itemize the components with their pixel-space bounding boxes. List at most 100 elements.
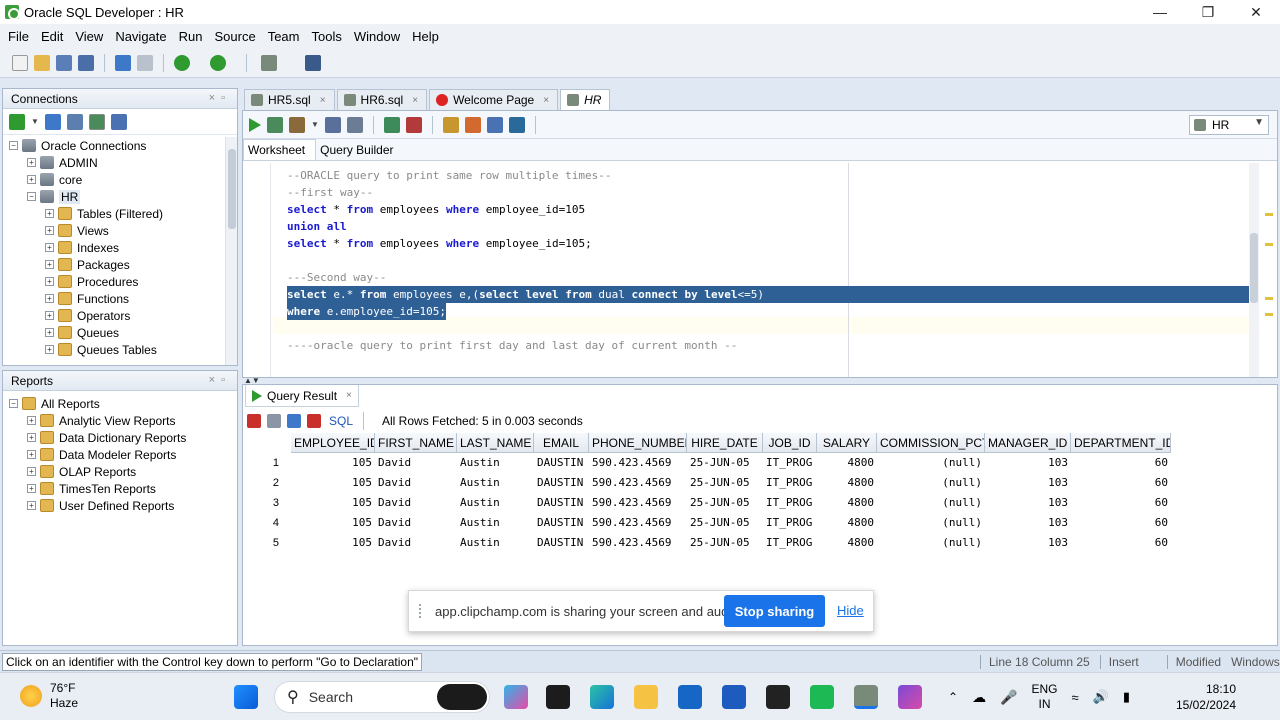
tab-hr5-sql[interactable]: HR5.sql × bbox=[244, 89, 335, 110]
column-header[interactable]: EMPLOYEE_ID bbox=[291, 433, 375, 453]
minimize-icon[interactable]: — bbox=[1136, 0, 1184, 24]
expand-toggle-icon[interactable]: + bbox=[45, 260, 54, 269]
schema-browser-icon[interactable] bbox=[88, 113, 105, 130]
menu-view[interactable]: View bbox=[69, 29, 109, 44]
spotify-icon[interactable] bbox=[810, 685, 834, 709]
taskbar-clock[interactable]: 18:10 15/02/2024 bbox=[1170, 681, 1236, 713]
table-row[interactable]: 5 105 David Austin DAUSTIN 590.423.4569 25-JUN… bbox=[245, 533, 1273, 553]
chevron-down-icon[interactable]: ▼ bbox=[31, 117, 39, 126]
tree-item[interactable]: + Queues bbox=[3, 324, 237, 341]
copilot-icon[interactable] bbox=[437, 684, 487, 710]
commit-transaction-icon[interactable] bbox=[383, 116, 400, 133]
tree-item[interactable]: + Data Dictionary Reports bbox=[3, 429, 237, 446]
expand-toggle-icon[interactable]: + bbox=[27, 484, 36, 493]
add-connection-icon[interactable] bbox=[9, 113, 25, 130]
copilot-app-icon[interactable] bbox=[504, 685, 528, 709]
format-icon[interactable] bbox=[508, 116, 525, 133]
tab-hr[interactable]: HR bbox=[560, 89, 611, 110]
column-header[interactable]: EMAIL bbox=[534, 433, 589, 453]
tab-hr6-sql[interactable]: HR6.sql × bbox=[336, 89, 428, 110]
expand-toggle-icon[interactable]: − bbox=[9, 141, 18, 150]
forward-arrow-icon[interactable] bbox=[210, 54, 226, 71]
expand-toggle-icon[interactable]: + bbox=[45, 345, 54, 354]
connections-scrollbar[interactable] bbox=[225, 137, 237, 365]
column-header[interactable]: MANAGER_ID bbox=[985, 433, 1071, 453]
menu-file[interactable]: File bbox=[2, 29, 35, 44]
hide-link[interactable]: Hide bbox=[837, 603, 864, 618]
sql-tuning-icon[interactable] bbox=[442, 116, 459, 133]
back-arrow-icon[interactable] bbox=[174, 54, 190, 71]
tree-item[interactable]: + Views bbox=[3, 222, 237, 239]
column-header[interactable]: JOB_ID bbox=[763, 433, 817, 453]
rollback-icon[interactable] bbox=[405, 116, 422, 133]
expand-toggle-icon[interactable]: + bbox=[27, 175, 36, 184]
windows-start-icon[interactable] bbox=[234, 685, 258, 709]
menu-window[interactable]: Window bbox=[348, 29, 406, 44]
close-tab-icon[interactable]: × bbox=[543, 95, 549, 106]
expand-toggle-icon[interactable]: + bbox=[27, 416, 36, 425]
new-file-icon[interactable] bbox=[12, 54, 28, 71]
stop-sharing-button[interactable]: Stop sharing bbox=[724, 595, 825, 627]
tree-item[interactable]: − HR bbox=[3, 188, 237, 205]
drag-handle-icon[interactable] bbox=[419, 604, 425, 618]
expand-toggle-icon[interactable]: + bbox=[27, 501, 36, 510]
close-tab-icon[interactable]: × bbox=[320, 95, 326, 106]
column-header[interactable]: FIRST_NAME bbox=[375, 433, 457, 453]
sticky-notes-icon[interactable] bbox=[766, 685, 790, 709]
maximize-icon[interactable]: ❐ bbox=[1184, 0, 1232, 24]
table-row[interactable]: 3 105 David Austin DAUSTIN 590.423.4569 25-JUN… bbox=[245, 493, 1273, 513]
tree-item[interactable]: + Functions bbox=[3, 290, 237, 307]
expand-toggle-icon[interactable]: + bbox=[27, 433, 36, 442]
chevron-up-icon[interactable]: ⌃ bbox=[948, 690, 958, 704]
undo-icon[interactable] bbox=[115, 54, 131, 71]
microsoft-store-icon[interactable] bbox=[678, 685, 702, 709]
menu-tools[interactable]: Tools bbox=[305, 29, 347, 44]
refresh-icon[interactable] bbox=[287, 414, 301, 428]
microphone-icon[interactable]: 🎤 bbox=[1000, 689, 1017, 706]
panel-controls[interactable]: ×▫ bbox=[209, 374, 231, 386]
close-tab-icon[interactable]: × bbox=[412, 95, 418, 106]
tree-item[interactable]: + User Defined Reports bbox=[3, 497, 237, 514]
expand-toggle-icon[interactable]: + bbox=[45, 277, 54, 286]
expand-toggle-icon[interactable]: + bbox=[45, 328, 54, 337]
tree-item[interactable]: + Indexes bbox=[3, 239, 237, 256]
battery-icon[interactable]: ▮ bbox=[1123, 689, 1130, 705]
sql-history-icon[interactable] bbox=[486, 116, 503, 133]
menu-team[interactable]: Team bbox=[262, 29, 306, 44]
column-header[interactable]: PHONE_NUMBER bbox=[589, 433, 687, 453]
expand-toggle-icon[interactable]: + bbox=[45, 294, 54, 303]
expand-toggle-icon[interactable]: − bbox=[9, 399, 18, 408]
clear-icon[interactable] bbox=[464, 116, 481, 133]
expand-toggle-icon[interactable]: + bbox=[27, 158, 36, 167]
open-folder-icon[interactable] bbox=[34, 54, 50, 71]
tab-query-result[interactable]: Query Result × bbox=[245, 385, 359, 407]
sql-developer-taskbar-icon[interactable] bbox=[854, 685, 878, 709]
column-header[interactable]: COMMISSION_PCT bbox=[877, 433, 985, 453]
volume-icon[interactable]: 🔊 bbox=[1093, 689, 1109, 705]
table-row[interactable]: 2 105 David Austin DAUSTIN 590.423.4569 25-JUN… bbox=[245, 473, 1273, 493]
connection-selector[interactable]: HR ▼ bbox=[1189, 115, 1269, 135]
file-explorer-icon[interactable] bbox=[634, 685, 658, 709]
table-row[interactable]: 1 105 David Austin DAUSTIN 590.423.4569 25-JUN… bbox=[245, 453, 1273, 473]
tree-item[interactable]: + Packages bbox=[3, 256, 237, 273]
close-icon[interactable]: ✕ bbox=[1232, 0, 1280, 24]
menu-help[interactable]: Help bbox=[406, 29, 445, 44]
word-icon[interactable] bbox=[722, 685, 746, 709]
expand-toggle-icon[interactable]: − bbox=[27, 192, 36, 201]
save-icon[interactable] bbox=[56, 54, 72, 71]
menu-edit[interactable]: Edit bbox=[35, 29, 69, 44]
expand-toggle-icon[interactable]: + bbox=[45, 209, 54, 218]
expand-toggle-icon[interactable]: + bbox=[45, 311, 54, 320]
mail-icon[interactable] bbox=[546, 685, 570, 709]
expand-toggle-icon[interactable]: + bbox=[45, 226, 54, 235]
explain-plan-icon[interactable] bbox=[324, 116, 341, 133]
filter-icon[interactable] bbox=[66, 113, 83, 130]
run-statement-icon[interactable] bbox=[249, 117, 261, 132]
tree-item[interactable]: + TimesTen Reports bbox=[3, 480, 237, 497]
tree-item[interactable]: + Data Modeler Reports bbox=[3, 446, 237, 463]
pin-icon[interactable] bbox=[247, 414, 261, 428]
print-icon[interactable] bbox=[267, 414, 281, 428]
column-header[interactable]: DEPARTMENT_ID bbox=[1071, 433, 1171, 453]
tab-worksheet[interactable]: Worksheet bbox=[243, 139, 317, 160]
tree-item[interactable]: + Analytic View Reports bbox=[3, 412, 237, 429]
